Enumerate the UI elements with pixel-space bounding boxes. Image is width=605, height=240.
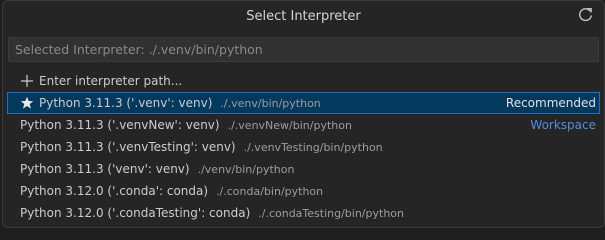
- workspace-label: Workspace: [530, 118, 596, 132]
- enter-interpreter-path-item[interactable]: Enter interpreter path...: [3, 70, 604, 92]
- interpreter-item-conda[interactable]: Python 3.12.0 ('.conda': conda) ./.conda…: [3, 180, 604, 202]
- interpreter-path: ./.venv/bin/python: [220, 96, 321, 110]
- interpreter-path: ./.condaTesting/bin/python: [258, 206, 404, 220]
- interpreter-name: Python 3.11.3 ('.venvTesting': venv): [20, 140, 236, 154]
- recommended-badge: Recommended: [505, 96, 596, 110]
- interpreter-name: Python 3.12.0 ('.conda': conda): [20, 184, 209, 198]
- star-icon: [20, 96, 34, 110]
- interpreter-path: ./.conda/bin/python: [216, 184, 324, 198]
- interpreter-name: Python 3.11.3 ('.venvNew': venv): [20, 118, 220, 132]
- interpreter-search-input[interactable]: [8, 37, 599, 62]
- quick-pick-header: Select Interpreter: [3, 1, 604, 31]
- interpreter-item-condatesting[interactable]: Python 3.12.0 ('.condaTesting': conda) .…: [3, 202, 604, 224]
- interpreter-path: ./.venvTesting/bin/python: [243, 140, 383, 154]
- interpreter-item-venv-plain[interactable]: Python 3.11.3 ('venv': venv) ./venv/bin/…: [3, 158, 604, 180]
- refresh-icon[interactable]: [577, 7, 594, 24]
- interpreter-path: ./venv/bin/python: [197, 162, 295, 176]
- interpreter-item-venvnew[interactable]: Python 3.11.3 ('.venvNew': venv) ./.venv…: [3, 114, 604, 136]
- search-input-wrapper: [3, 31, 604, 62]
- quick-pick-title: Select Interpreter: [246, 8, 361, 24]
- interpreter-name: Python 3.11.3 ('venv': venv): [20, 162, 190, 176]
- plus-icon: [20, 74, 34, 88]
- interpreter-name: Python 3.12.0 ('.condaTesting': conda): [20, 206, 251, 220]
- interpreter-path: ./.venvNew/bin/python: [227, 118, 352, 132]
- enter-interpreter-path-label: Enter interpreter path...: [39, 74, 183, 88]
- interpreter-item-venv[interactable]: Python 3.11.3 ('.venv': venv) ./.venv/bi…: [7, 92, 600, 114]
- interpreter-list: Enter interpreter path... Python 3.11.3 …: [3, 70, 604, 224]
- interpreter-item-venvtesting[interactable]: Python 3.11.3 ('.venvTesting': venv) ./.…: [3, 136, 604, 158]
- interpreter-name: Python 3.11.3 ('.venv': venv): [39, 96, 213, 110]
- quick-pick-panel: Select Interpreter Enter interpreter pat…: [2, 0, 605, 228]
